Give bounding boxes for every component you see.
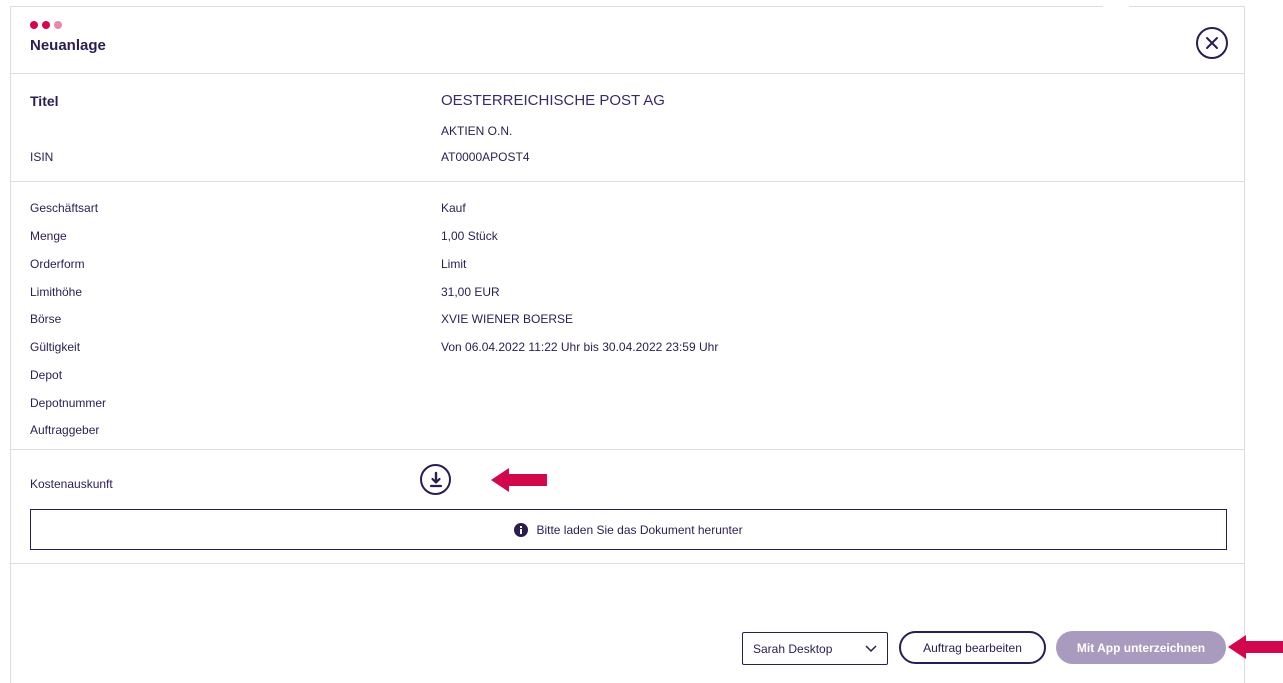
device-select-value: Sarah Desktop [753, 641, 833, 656]
header-gap [1103, 0, 1129, 8]
title-label: Titel [30, 93, 59, 109]
sign-with-app-button[interactable]: Mit App unterzeichnen [1056, 631, 1226, 664]
chevron-down-icon [865, 645, 877, 653]
info-icon [514, 522, 529, 537]
dialog-title: Neuanlage [30, 37, 106, 54]
order-field-label: Depot [30, 368, 63, 382]
download-button[interactable] [420, 464, 451, 495]
order-field-label: Gültigkeit [30, 340, 81, 354]
step-dot-3 [54, 21, 62, 29]
order-field-label: Limithöhe [30, 285, 83, 299]
order-field-value: XVIE WIENER BOERSE [441, 312, 574, 326]
order-field-value: 31,00 EUR [441, 285, 500, 299]
order-field-label: Depotnummer [30, 396, 107, 410]
close-icon [1206, 37, 1218, 49]
dialog-header: Neuanlage [11, 7, 1244, 74]
info-message: Bitte laden Sie das Dokument herunter [30, 509, 1227, 550]
divider [11, 181, 1244, 182]
security-subtitle: AKTIEN O.N. [441, 124, 513, 138]
costs-label: Kostenauskunft [30, 477, 113, 491]
info-text: Bitte laden Sie das Dokument herunter [536, 522, 743, 537]
order-dialog: Neuanlage Titel OESTERREICHISCHE POST AG… [10, 6, 1245, 683]
order-field-label: Börse [30, 312, 62, 326]
divider [11, 563, 1244, 564]
order-field-value: Von 06.04.2022 11:22 Uhr bis 30.04.2022 … [441, 340, 719, 354]
order-field-label: Geschäftsart [30, 201, 99, 215]
download-icon [429, 471, 442, 487]
arrow-left-icon [1228, 635, 1283, 659]
order-field-label: Auftraggeber [30, 423, 100, 437]
device-select[interactable]: Sarah Desktop [742, 632, 888, 665]
edit-order-button[interactable]: Auftrag bearbeiten [899, 631, 1046, 664]
order-field-value: Kauf [441, 201, 466, 215]
order-field-label: Orderform [30, 257, 85, 271]
arrow-left-icon [491, 468, 547, 492]
close-button[interactable] [1196, 27, 1228, 59]
isin-value: AT0000APOST4 [441, 150, 530, 164]
order-field-label: Menge [30, 229, 67, 243]
step-indicator [30, 21, 62, 29]
step-dot-1 [30, 21, 38, 29]
divider [11, 449, 1244, 450]
order-field-value: 1,00 Stück [441, 229, 498, 243]
order-field-value: Limit [441, 257, 467, 271]
security-name: OESTERREICHISCHE POST AG [441, 92, 665, 109]
step-dot-2 [42, 21, 50, 29]
isin-label: ISIN [30, 150, 54, 164]
